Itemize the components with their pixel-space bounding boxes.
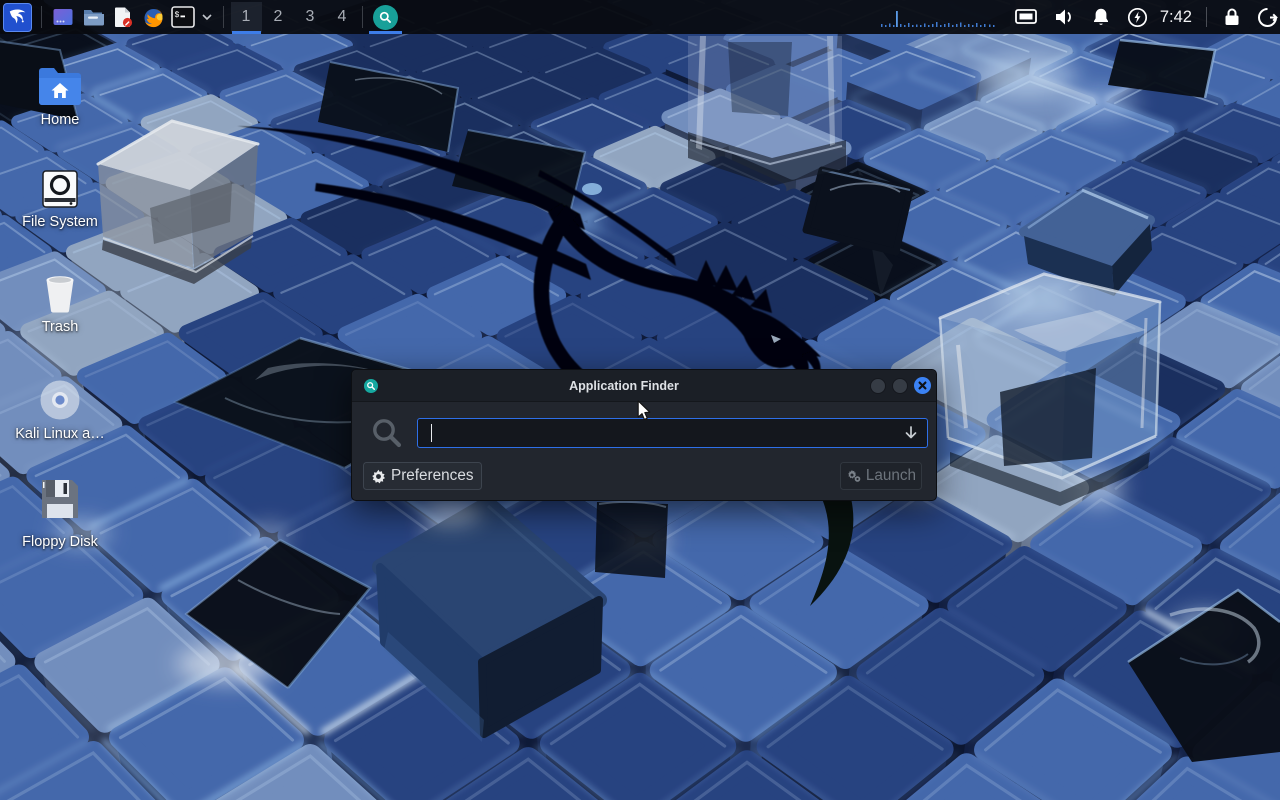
svg-text:$: $: [175, 11, 180, 20]
